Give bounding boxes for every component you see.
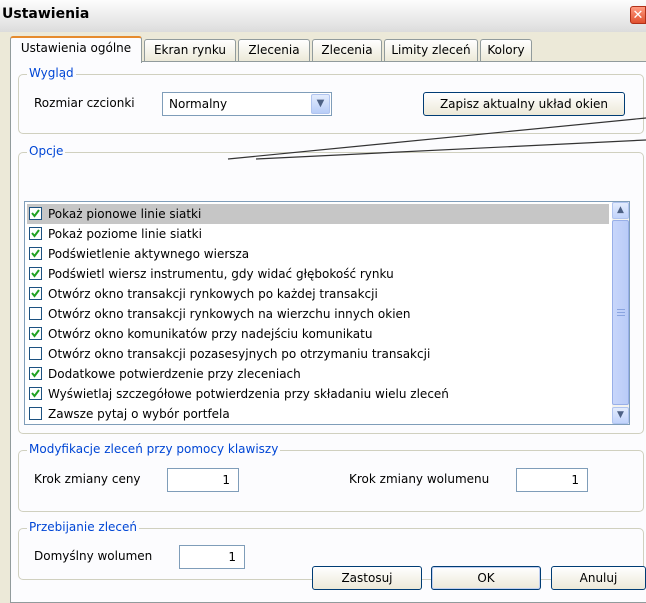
tab-limity-zlecen[interactable]: Limity zleceń bbox=[384, 39, 478, 61]
checkbox[interactable] bbox=[29, 267, 42, 280]
group-modyfikacje: Modyfikacje zleceń przy pomocy klawiszy … bbox=[18, 442, 644, 512]
list-item-label: Pokaż poziome linie siatki bbox=[48, 227, 202, 241]
tab-ustawienia-ogolne[interactable]: Ustawienia ogólne bbox=[10, 36, 142, 63]
check-icon bbox=[31, 289, 40, 298]
price-step-input[interactable]: 1 bbox=[167, 468, 239, 492]
default-volume-label: Domyślny wolumen bbox=[34, 549, 153, 563]
grip-line bbox=[617, 312, 625, 313]
checkbox[interactable] bbox=[29, 327, 42, 340]
list-item-label: Podświetlenie aktywnego wiersza bbox=[48, 247, 250, 261]
grip-line bbox=[617, 309, 625, 310]
title-bar[interactable]: Ustawienia ✕ bbox=[0, 0, 646, 33]
cancel-button[interactable]: Anuluj bbox=[551, 566, 646, 590]
check-icon bbox=[31, 389, 40, 398]
tab-label: Zlecenia bbox=[321, 43, 373, 57]
check-icon bbox=[31, 329, 40, 338]
checkbox[interactable] bbox=[29, 227, 42, 240]
tab-ekran-rynku[interactable]: Ekran rynku bbox=[144, 39, 236, 61]
save-layout-button[interactable]: Zapisz aktualny układ okien bbox=[423, 92, 625, 116]
list-item-label: Wyświetlaj szczegółowe potwierdzenia prz… bbox=[48, 387, 449, 401]
tab-zlecenia-1[interactable]: Zlecenia bbox=[238, 39, 310, 61]
checkbox[interactable] bbox=[29, 367, 42, 380]
font-size-label: Rozmiar czcionki bbox=[34, 96, 135, 110]
tab-zlecenia-2[interactable]: Zlecenia bbox=[312, 39, 382, 61]
options-list[interactable]: Pokaż pionowe linie siatki Pokaż poziome… bbox=[24, 201, 630, 425]
tab-kolory[interactable]: Kolory bbox=[480, 39, 532, 61]
check-icon bbox=[31, 249, 40, 258]
group-label-opcje: Opcje bbox=[27, 144, 66, 158]
font-size-select[interactable]: Normalny ▼ bbox=[162, 92, 332, 116]
tab-panel-ustawienia-ogolne: Wygląd Rozmiar czcionki Normalny ▼ Zapis… bbox=[10, 61, 646, 603]
check-icon bbox=[31, 209, 40, 218]
scroll-thumb[interactable] bbox=[612, 220, 629, 405]
list-item[interactable]: Pokaż poziome linie siatki bbox=[27, 224, 609, 244]
checkbox[interactable] bbox=[29, 407, 42, 420]
check-icon bbox=[31, 369, 40, 378]
checkbox[interactable] bbox=[29, 307, 42, 320]
grip-line bbox=[617, 315, 625, 316]
list-item[interactable]: Otwórz okno transakcji rynkowych po każd… bbox=[27, 284, 609, 304]
tab-label: Zlecenia bbox=[248, 43, 300, 57]
tab-label: Ekran rynku bbox=[153, 43, 227, 57]
window-title: Ustawienia bbox=[2, 6, 90, 22]
checkbox[interactable] bbox=[29, 207, 42, 220]
dialog-content: Ustawienia ogólne Ekran rynku Zlecenia Z… bbox=[0, 32, 646, 603]
list-item-label: Pokaż pionowe linie siatki bbox=[48, 207, 202, 221]
checkbox[interactable] bbox=[29, 347, 42, 360]
checkbox[interactable] bbox=[29, 287, 42, 300]
list-item[interactable]: Podświetl wiersz instrumentu, gdy widać … bbox=[27, 264, 609, 284]
checkbox[interactable] bbox=[29, 247, 42, 260]
list-item[interactable]: Podświetlenie aktywnego wiersza bbox=[27, 244, 609, 264]
tab-label: Ustawienia ogólne bbox=[20, 41, 132, 55]
settings-window: Ustawienia ✕ Ustawienia ogólne Ekran ryn… bbox=[0, 0, 646, 603]
list-item-label: Podświetl wiersz instrumentu, gdy widać … bbox=[48, 267, 394, 281]
list-item[interactable]: Pokaż pionowe linie siatki bbox=[27, 204, 609, 224]
vertical-scrollbar[interactable]: ▲ ▼ bbox=[612, 202, 629, 424]
list-item[interactable]: Otwórz okno transakcji pozasesyjnych po … bbox=[27, 344, 609, 364]
check-icon bbox=[31, 229, 40, 238]
list-item-label: Dodatkowe potwierdzenie przy zleceniach bbox=[48, 367, 301, 381]
list-item[interactable]: Dodatkowe potwierdzenie przy zleceniach bbox=[27, 364, 609, 384]
group-wyglad: Wygląd Rozmiar czcionki Normalny ▼ Zapis… bbox=[18, 66, 644, 134]
close-button[interactable]: ✕ bbox=[630, 6, 646, 24]
group-label-wyglad: Wygląd bbox=[27, 66, 76, 80]
check-icon bbox=[31, 269, 40, 278]
arrow-down-icon[interactable]: ▼ bbox=[612, 407, 629, 424]
ok-button[interactable]: OK bbox=[431, 566, 541, 590]
default-volume-input[interactable]: 1 bbox=[179, 545, 245, 569]
price-step-label: Krok zmiany ceny bbox=[34, 472, 141, 486]
tab-label: Limity zleceń bbox=[391, 43, 471, 57]
group-label-modyfikacje: Modyfikacje zleceń przy pomocy klawiszy bbox=[27, 442, 281, 456]
tab-label: Kolory bbox=[487, 43, 525, 57]
list-item-label: Otwórz okno transakcji pozasesyjnych po … bbox=[48, 347, 431, 361]
arrow-up-icon[interactable]: ▲ bbox=[612, 202, 629, 219]
list-item[interactable]: Zawsze pytaj o wybór portfela bbox=[27, 404, 609, 424]
list-item-label: Otwórz okno komunikatów przy nadejściu k… bbox=[48, 327, 373, 341]
list-item[interactable]: Otwórz okno transakcji rynkowych na wier… bbox=[27, 304, 609, 324]
group-label-przebijanie: Przebijanie zleceń bbox=[27, 520, 140, 534]
chevron-down-icon[interactable]: ▼ bbox=[311, 94, 330, 114]
apply-button[interactable]: Zastosuj bbox=[312, 566, 422, 590]
close-icon: ✕ bbox=[632, 8, 644, 23]
checkbox[interactable] bbox=[29, 387, 42, 400]
list-item[interactable]: Wyświetlaj szczegółowe potwierdzenia prz… bbox=[27, 384, 609, 404]
volume-step-input[interactable]: 1 bbox=[516, 468, 588, 492]
font-size-value: Normalny bbox=[169, 97, 228, 111]
volume-step-label: Krok zmiany wolumenu bbox=[349, 472, 490, 486]
list-item-label: Otwórz okno transakcji rynkowych na wier… bbox=[48, 307, 411, 321]
list-item-label: Otwórz okno transakcji rynkowych po każd… bbox=[48, 287, 378, 301]
list-item-label: Zawsze pytaj o wybór portfela bbox=[48, 407, 230, 421]
list-item[interactable]: Otwórz okno komunikatów przy nadejściu k… bbox=[27, 324, 609, 344]
